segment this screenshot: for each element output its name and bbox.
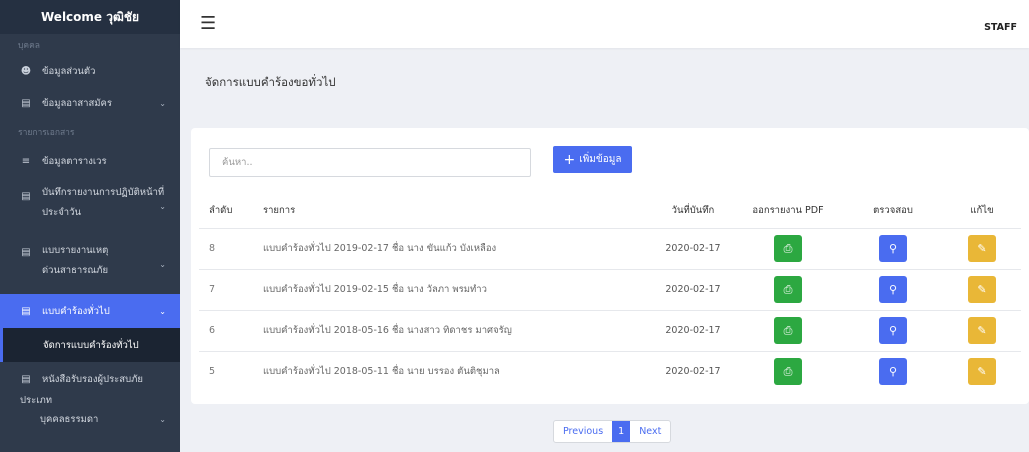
add-button[interactable]: + เพิ่มข้อมูล <box>553 146 632 173</box>
sidebar-item-label: บุคคลธรรมดา <box>40 413 99 425</box>
chevron-down-icon: ⌄ <box>159 98 166 108</box>
header-pdf: ออกรายงาน PDF <box>752 205 824 217</box>
row-no: 6 <box>199 309 253 351</box>
next-page-button[interactable]: Next <box>630 421 670 442</box>
table-row: 5 แบบคำร้องทั่วไป 2018-05-11 ชื่อ นาย บร… <box>199 350 1021 392</box>
sidebar-item-label: ข้อมูลตารางเวร <box>42 155 107 167</box>
sidebar-item-profile[interactable]: ☻ ข้อมูลส่วนตัว <box>0 56 180 86</box>
file-icon: ▤ <box>21 191 31 202</box>
header-check: ตรวจสอบ <box>873 205 913 217</box>
list-icon: ≡ <box>21 155 31 167</box>
sidebar-item-disaster-report[interactable]: ▤ แบบรายงานเหตุ ด่วนสาธารณภัย ⌄ <box>0 236 180 294</box>
search-icon[interactable]: ⚲ <box>879 358 907 386</box>
print-pdf-icon[interactable]: ⎙ <box>774 276 802 303</box>
row-no: 8 <box>199 227 253 269</box>
user-icon: ☻ <box>20 65 32 77</box>
sidebar-item-label: ข้อมูลอาสาสมัคร <box>42 97 112 109</box>
chevron-down-icon: ⌄ <box>159 414 166 424</box>
row-date: 2020-02-17 <box>653 350 733 392</box>
sidebar-item-daily-report[interactable]: ▤ บันทึกรายงานการปฏิบัติหน้าที่ ประจำวัน… <box>0 178 180 236</box>
file-icon: ▤ <box>21 247 31 258</box>
sidebar-item-label: หนังสือรับรองผู้ประสบภัย <box>42 373 143 385</box>
pagination: Previous 1 Next <box>553 420 672 443</box>
sidebar-item-general-request[interactable]: ▤ แบบคำร้องทั่วไป ⌄ <box>0 294 180 328</box>
page-title: จัดการแบบคำร้องขอทั่วไป <box>205 75 336 89</box>
table-row: 7 แบบคำร้องทั่วไป 2019-02-15 ชื่อ นาง วั… <box>199 268 1021 310</box>
section-label-person: บุคคล <box>18 41 40 51</box>
sidebar-item-schedule[interactable]: ≡ ข้อมูลตารางเวร <box>0 144 180 178</box>
row-item: แบบคำร้องทั่วไป 2019-02-17 ชื่อ นาง ขันแ… <box>253 227 653 269</box>
print-pdf-icon[interactable]: ⎙ <box>774 317 802 344</box>
sidebar-item-label: บันทึกรายงานการปฏิบัติหน้าที่ <box>42 187 165 198</box>
current-page-button[interactable]: 1 <box>612 421 631 442</box>
previous-page-button[interactable]: Previous <box>554 421 612 442</box>
row-item: แบบคำร้องทั่วไป 2019-02-15 ชื่อ นาง วัลภ… <box>253 268 653 310</box>
row-item: แบบคำร้องทั่วไป 2018-05-16 ชื่อ นางสาว ท… <box>253 309 653 351</box>
sidebar-item-type: ประเภท <box>0 392 180 408</box>
plus-icon: + <box>563 151 576 168</box>
sidebar-item-label-2: ประจำวัน <box>42 207 81 218</box>
sidebar-item-volunteer[interactable]: ▤ ข้อมูลอาสาสมัคร ⌄ <box>0 86 180 120</box>
id-card-icon: ▤ <box>21 97 31 109</box>
sidebar-item-label: ประเภท <box>20 394 53 406</box>
search-icon[interactable]: ⚲ <box>879 235 907 262</box>
submenu-manage-general-request[interactable]: จัดการแบบคำร้องทั่วไป <box>0 328 180 362</box>
user-role[interactable]: STAFF <box>984 22 1017 33</box>
pencil-icon[interactable]: ✎ <box>968 317 996 344</box>
add-button-label: เพิ่มข้อมูล <box>579 154 622 165</box>
header-date: วันที่บันทึก <box>671 205 715 217</box>
welcome-header: Welcome วุฒิชัย <box>0 0 180 34</box>
sidebar-item-label: ข้อมูลส่วนตัว <box>42 65 96 77</box>
table-row: 6 แบบคำร้องทั่วไป 2018-05-16 ชื่อ นางสาว… <box>199 309 1021 351</box>
row-no: 5 <box>199 350 253 392</box>
print-pdf-icon[interactable]: ⎙ <box>774 235 802 262</box>
row-item: แบบคำร้องทั่วไป 2018-05-11 ชื่อ นาย บรรอ… <box>253 350 653 392</box>
sidebar-item-label-2: ด่วนสาธารณภัย <box>42 265 109 276</box>
sidebar-item-disaster-certificate[interactable]: ▤ หนังสือรับรองผู้ประสบภัย <box>0 366 180 392</box>
search-icon[interactable]: ⚲ <box>879 317 907 344</box>
content-card: + เพิ่มข้อมูล ลำดับ รายการ วันที่บันทึก … <box>191 128 1029 404</box>
row-no: 7 <box>199 268 253 310</box>
topbar: ☰ STAFF <box>180 0 1029 48</box>
search-input[interactable] <box>209 148 531 177</box>
pencil-icon[interactable]: ✎ <box>968 235 996 262</box>
table-header-row: ลำดับ รายการ วันที่บันทึก ออกรายงาน PDF … <box>199 194 1021 228</box>
sidebar-item-label: แบบคำร้องทั่วไป <box>42 305 110 317</box>
chevron-down-icon: ⌄ <box>159 202 166 211</box>
sidebar-item-individual[interactable]: บุคคลธรรมดา ⌄ <box>0 408 180 430</box>
header-no: ลำดับ <box>209 205 233 217</box>
print-pdf-icon[interactable]: ⎙ <box>774 358 802 386</box>
table-row: 8 แบบคำร้องทั่วไป 2019-02-17 ชื่อ นาง ขั… <box>199 227 1021 269</box>
sidebar-item-label: แบบรายงานเหตุ <box>42 245 109 256</box>
request-table: ลำดับ รายการ วันที่บันทึก ออกรายงาน PDF … <box>199 194 1021 392</box>
chevron-down-icon: ⌄ <box>159 306 166 316</box>
chevron-down-icon: ⌄ <box>159 260 166 269</box>
pencil-icon[interactable]: ✎ <box>968 276 996 303</box>
header-item: รายการ <box>263 205 296 217</box>
search-icon[interactable]: ⚲ <box>879 276 907 303</box>
file-icon: ▤ <box>21 305 31 317</box>
hamburger-icon[interactable]: ☰ <box>200 15 216 33</box>
header-edit: แก้ไข <box>970 205 994 217</box>
row-date: 2020-02-17 <box>653 309 733 351</box>
pencil-icon[interactable]: ✎ <box>968 358 996 386</box>
submenu-label: จัดการแบบคำร้องทั่วไป <box>43 339 139 351</box>
row-date: 2020-02-17 <box>653 268 733 310</box>
section-label-docs: รายการเอกสาร <box>18 128 75 138</box>
welcome-text: Welcome วุฒิชัย <box>41 9 139 24</box>
row-date: 2020-02-17 <box>653 227 733 269</box>
file-icon: ▤ <box>21 373 31 385</box>
sidebar: Welcome วุฒิชัย บุคคล ☻ ข้อมูลส่วนตัว ▤ … <box>0 0 180 452</box>
